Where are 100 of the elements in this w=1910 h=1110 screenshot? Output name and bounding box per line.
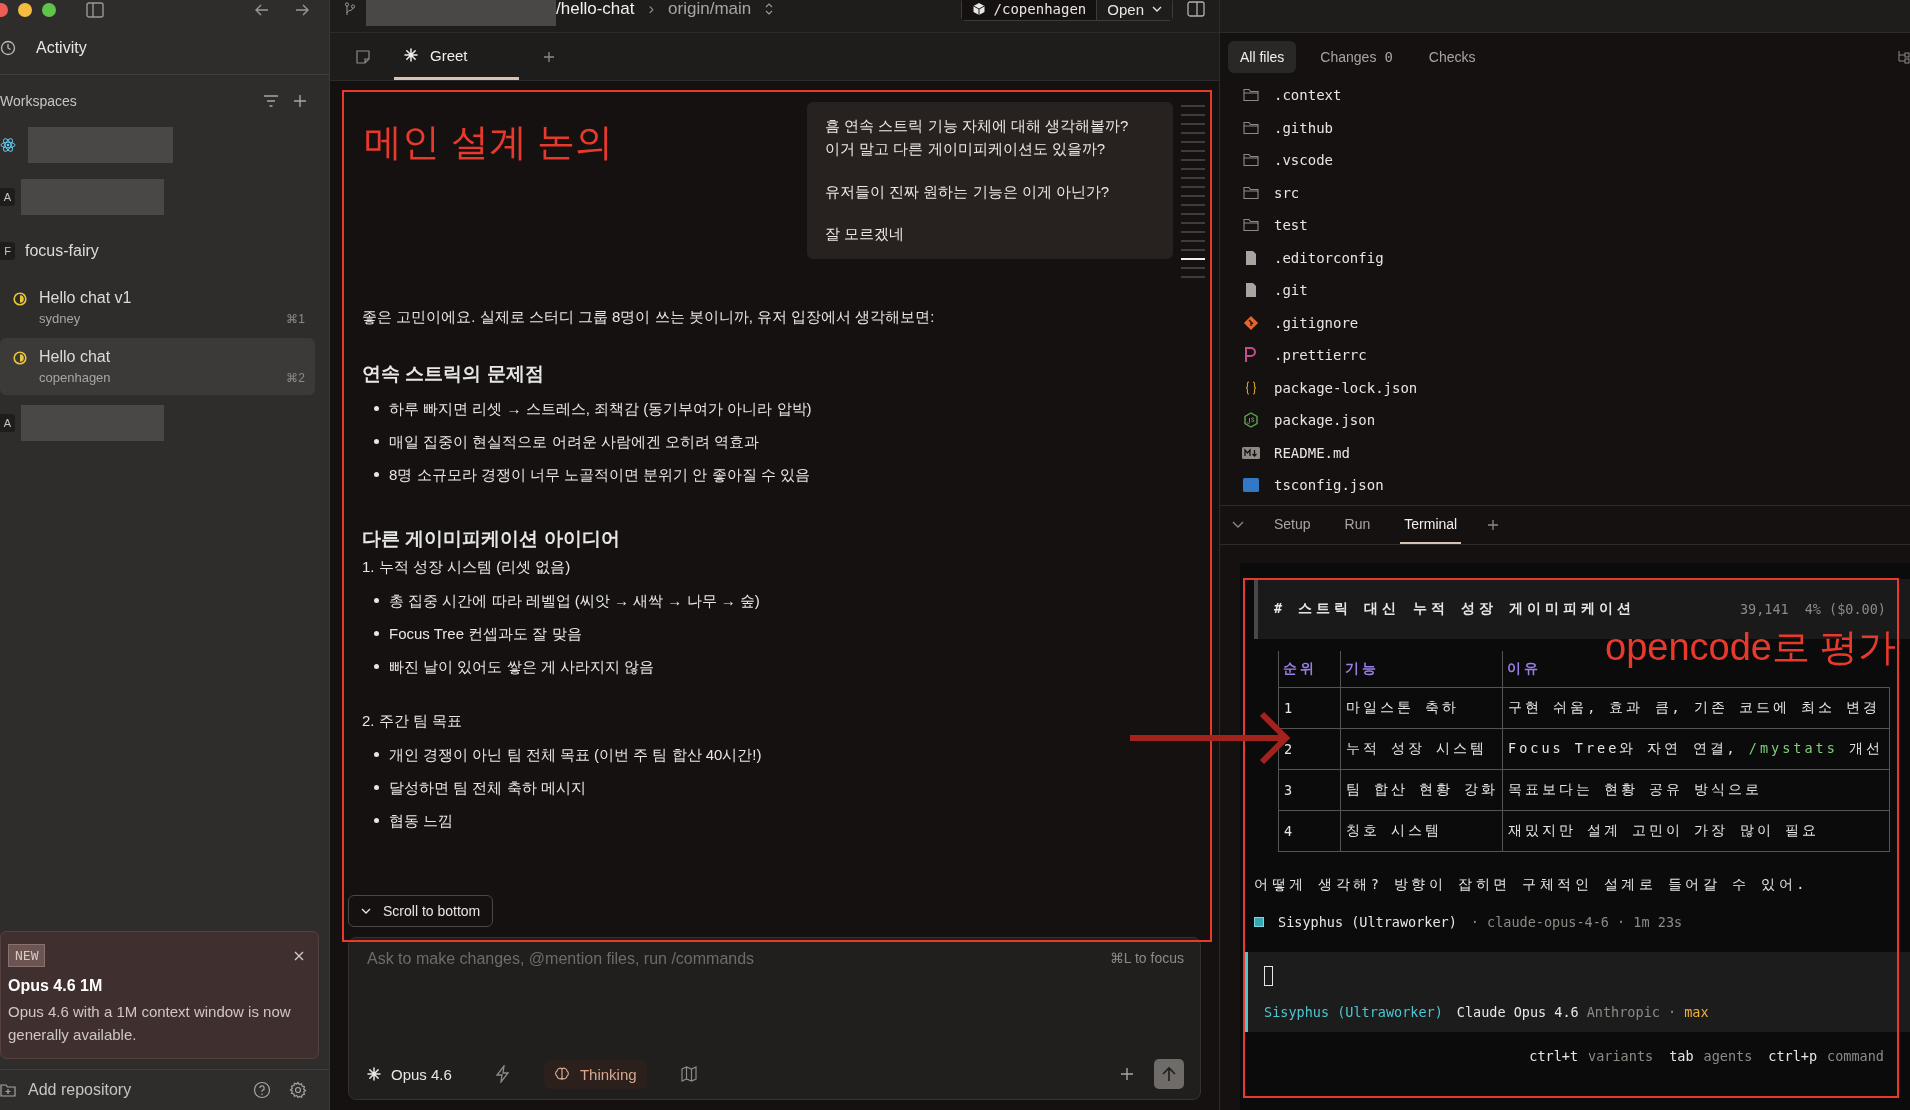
focus-hint: ⌘L to focus	[1109, 950, 1184, 966]
note-icon[interactable]	[356, 49, 370, 64]
section-heading: 연속 스트릭의 문제점	[362, 362, 545, 386]
shortcut-label: variants	[1588, 1048, 1654, 1064]
file-item[interactable]: .git	[1242, 274, 1910, 307]
thinking-button[interactable]: Thinking	[543, 1059, 647, 1089]
terminal-heading: # 스트릭 대신 누적 성장 게이미피케이션	[1274, 600, 1635, 618]
terminal-input-box[interactable]: Sisyphus (Ultraworker) Claude Opus 4.6 Anthropic · max	[1244, 952, 1910, 1032]
shortcut-label: agents	[1703, 1048, 1753, 1064]
file-item[interactable]: .editorconfig	[1242, 241, 1910, 274]
markdown-icon	[1242, 446, 1260, 459]
cube-icon	[971, 2, 986, 16]
model-selector[interactable]: Opus 4.6	[367, 1059, 462, 1089]
minimize-window-icon[interactable]	[18, 3, 32, 17]
back-arrow-icon[interactable]	[255, 4, 269, 16]
close-icon[interactable]	[294, 950, 304, 961]
notice-text: Opus 4.6 with a 1M context window is now generally available.	[8, 1002, 292, 1045]
open-button[interactable]: Open	[1096, 0, 1172, 20]
chat-item[interactable]: Hello chat copenhagen ⌘2	[0, 338, 315, 395]
add-repository-button[interactable]: Add repository	[0, 1081, 132, 1099]
file-item[interactable]: .gitignore	[1242, 306, 1910, 339]
bullet-icon	[374, 472, 379, 477]
hexagon-icon	[1242, 412, 1260, 429]
table-cell: 칭호 시스템	[1340, 810, 1503, 852]
shortcut-key: tab	[1669, 1048, 1694, 1064]
scroll-to-bottom-button[interactable]: Scroll to bottom	[348, 895, 494, 927]
file-item[interactable]: package.json	[1242, 404, 1910, 437]
plus-icon[interactable]	[543, 50, 555, 63]
sidebar-toggle-icon[interactable]	[86, 2, 104, 18]
cursor-icon	[1264, 966, 1273, 986]
help-icon[interactable]	[253, 1081, 271, 1099]
square-icon	[1254, 917, 1264, 927]
workspace-button[interactable]: /copenhagen	[961, 0, 1097, 20]
table-cell: 팀 합산 현황 강화	[1340, 769, 1503, 811]
file-item[interactable]: README.md	[1242, 436, 1910, 469]
file-panel-tab[interactable]: All files	[1228, 41, 1297, 73]
provider-name: Anthropic ·	[1586, 1004, 1677, 1020]
forward-arrow-icon[interactable]	[295, 4, 309, 16]
chat-title: Hello chat	[39, 348, 112, 366]
plus-icon[interactable]	[1487, 519, 1500, 531]
bullet-item: Focus Tree 컨셉과도 잘 맞음	[389, 624, 582, 644]
chevron-down-icon[interactable]	[1232, 521, 1244, 529]
section-heading: 다른 게이미피케이션 아이디어	[362, 527, 621, 551]
filter-icon[interactable]	[263, 95, 279, 107]
terminal-text: 어떻게 생각해? 방향이 잡히면 구체적인 설계로 들어갈 수 있어.	[1254, 876, 1809, 894]
chat-item[interactable]: Hello chat v1 sydney ⌘1	[0, 279, 315, 336]
chat-tab[interactable]: Greet	[394, 33, 519, 80]
file-panel-tab[interactable]: Changes 0	[1308, 41, 1405, 73]
agent-meta: · claude-opus-4-6 · 1m 23s	[1470, 914, 1683, 930]
plus-icon[interactable]	[1120, 1067, 1134, 1081]
file-item[interactable]: .vscode	[1242, 144, 1910, 177]
file-item[interactable]: .prettierrc	[1242, 339, 1910, 372]
file-panel-tab[interactable]: Checks	[1416, 41, 1488, 73]
maximize-window-icon[interactable]	[42, 3, 56, 17]
folder-icon	[1242, 185, 1260, 200]
message-text: 잘 모르겠네	[825, 223, 906, 244]
bullet-item: 매일 집중이 현실적으로 어려운 사람에겐 오히려 역효과	[389, 432, 759, 452]
shortcut-key: ctrl+p	[1768, 1048, 1818, 1064]
file-item[interactable]: tsconfig.json	[1242, 469, 1910, 502]
panel-tab[interactable]: Run	[1340, 506, 1375, 544]
panel-tab[interactable]: Terminal	[1400, 506, 1462, 544]
file-item[interactable]: src	[1242, 176, 1910, 209]
file-item[interactable]: test	[1242, 209, 1910, 242]
bullet-icon	[374, 664, 379, 669]
file-item[interactable]: .context	[1242, 79, 1910, 112]
tree-view-icon[interactable]	[1898, 50, 1910, 64]
branch-selector[interactable]: origin/main	[668, 0, 752, 19]
bullet-item: 총 집중 시간에 따라 레벨업 (씨앗 → 새싹 → 나무 → 숲)	[389, 591, 760, 611]
half-circle-icon	[13, 292, 27, 306]
table-cell: Focus Tree와 자연 연결, /mystats 개선	[1502, 728, 1890, 770]
table-cell: 누적 성장 시스템	[1340, 728, 1503, 770]
table-cell: 재밌지만 설계 고민이 가장 많이 필요	[1502, 810, 1890, 852]
map-icon[interactable]	[680, 1066, 697, 1082]
split-panel-icon[interactable]	[1187, 1, 1205, 17]
lightning-icon[interactable]	[495, 1065, 510, 1083]
plus-icon[interactable]	[293, 94, 307, 108]
token-count: 39,141	[1739, 601, 1789, 617]
file-item[interactable]: package-lock.json	[1242, 371, 1910, 404]
panel-tab[interactable]: Setup	[1270, 506, 1315, 544]
message-text: 흠 연속 스트릭 기능 자체에 대해 생각해볼까? 이거 말고 다른 게이미피케이션도 있을까?	[825, 116, 1130, 160]
table-cell: 3	[1278, 769, 1341, 811]
table-cell: 마일스톤 축하	[1340, 687, 1503, 729]
folder-plus-icon	[0, 1083, 16, 1097]
settings-icon[interactable]	[289, 1081, 307, 1099]
bullet-item: 개인 경쟁이 아닌 팀 전체 목표 (이번 주 팀 합산 40시간!)	[389, 745, 762, 765]
bullet-icon	[374, 752, 379, 757]
chevron-down-icon	[1152, 6, 1162, 12]
message-input[interactable]: Ask to make changes, @mention files, run /commands	[367, 950, 1110, 968]
arrow-up-icon	[1162, 1066, 1176, 1082]
new-badge: NEW	[8, 944, 46, 967]
send-button[interactable]	[1154, 1059, 1184, 1089]
activity-item[interactable]: Activity	[0, 20, 329, 75]
branch-icon	[344, 2, 356, 16]
file-item[interactable]: .github	[1242, 111, 1910, 144]
chat-location: copenhagen	[39, 370, 112, 385]
updown-chevron-icon[interactable]	[765, 3, 774, 15]
bullet-icon	[374, 818, 379, 823]
sparkle-icon	[367, 1067, 381, 1081]
workspace-name[interactable]: focus-fairy	[25, 242, 99, 260]
shortcut-label: ⌘2	[286, 371, 305, 385]
